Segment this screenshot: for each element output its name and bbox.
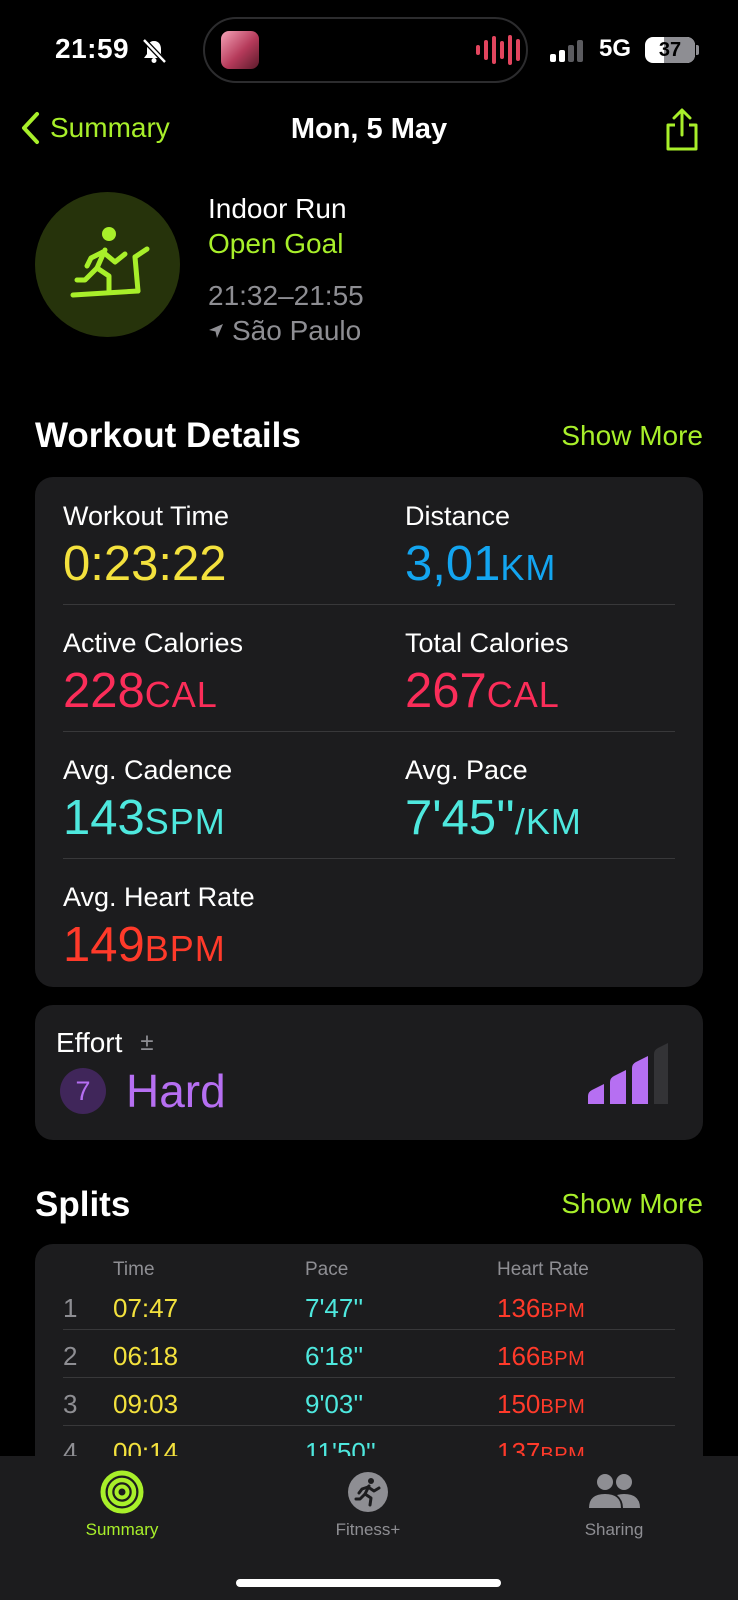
metric-label: Avg. Cadence — [63, 755, 233, 785]
metric-label: Total Calories — [405, 628, 569, 658]
battery-icon: 37 — [645, 37, 695, 63]
splits-header-hr: Heart Rate — [497, 1259, 589, 1280]
splits-title: Splits — [35, 1185, 131, 1224]
network-type: 5G — [599, 35, 632, 62]
tab-label: Summary — [85, 1520, 159, 1539]
activity-rings-icon — [100, 1470, 144, 1514]
split-row: 1 07:47 7'47'' 136BPM — [35, 1286, 703, 1334]
tab-summary[interactable]: Summary — [47, 1470, 197, 1540]
split-number: 2 — [63, 1341, 78, 1371]
workout-details-title: Workout Details — [35, 416, 301, 455]
treadmill-icon — [70, 227, 150, 298]
metric-value: 3,01KM — [405, 537, 557, 591]
effort-label: Effort ± — [56, 1027, 154, 1059]
divider — [63, 858, 675, 859]
album-art[interactable] — [221, 31, 259, 69]
workout-details-card[interactable]: Workout Time 0:23:22 Distance 3,01KM Act… — [35, 477, 703, 987]
split-hr: 166BPM — [497, 1341, 586, 1371]
split-pace: 6'18'' — [305, 1341, 364, 1371]
metric-workout-time: Workout Time 0:23:22 — [63, 501, 229, 592]
location-label: São Paulo — [232, 315, 362, 346]
splits-header-time: Time — [113, 1259, 155, 1280]
workout-goal: Open Goal — [208, 228, 344, 259]
metric-value: 267CAL — [405, 664, 560, 718]
split-number: 1 — [63, 1293, 78, 1323]
location-arrow-icon — [209, 324, 223, 338]
metric-value: 143SPM — [63, 791, 226, 845]
splits-header-pace: Pace — [305, 1259, 349, 1280]
tab-fitness-plus[interactable]: Fitness+ — [293, 1470, 443, 1540]
divider — [63, 731, 675, 732]
metric-avg-heart-rate: Avg. Heart Rate 149BPM — [63, 882, 255, 977]
split-hr: 150BPM — [497, 1389, 586, 1419]
split-pace: 7'47'' — [305, 1293, 364, 1323]
workout-name: Indoor Run — [208, 193, 347, 224]
effort-adjust-icon[interactable]: ± — [140, 1029, 153, 1057]
share-icon[interactable] — [664, 108, 700, 152]
divider — [63, 1329, 675, 1330]
metric-value: 7'45''/KM — [405, 791, 582, 845]
metric-label: Distance — [405, 501, 511, 531]
tab-label: Fitness+ — [335, 1520, 401, 1539]
divider — [63, 604, 675, 605]
metric-total-calories: Total Calories 267CAL — [405, 628, 569, 723]
fitness-plus-icon — [348, 1472, 388, 1512]
workout-time-range: 21:32–21:55 — [208, 280, 364, 311]
metric-avg-pace: Avg. Pace 7'45''/KM — [405, 755, 582, 850]
divider — [63, 1377, 675, 1378]
page-title: Mon, 5 May — [290, 113, 448, 145]
metric-label: Avg. Heart Rate — [63, 882, 255, 912]
metric-label: Avg. Pace — [405, 755, 528, 785]
split-pace: 9'03'' — [305, 1389, 364, 1419]
details-show-more-button[interactable]: Show More — [561, 420, 703, 452]
workout-badge — [35, 192, 180, 337]
effort-score: 7 — [60, 1068, 106, 1114]
split-row: 3 09:03 9'03'' 150BPM — [35, 1382, 703, 1430]
battery-level: 37 — [658, 39, 682, 61]
effort-level: Hard — [126, 1065, 226, 1117]
sharing-icon — [589, 1474, 640, 1508]
metric-value: 228CAL — [63, 664, 218, 718]
metric-active-calories: Active Calories 228CAL — [63, 628, 243, 723]
metric-label: Workout Time — [63, 501, 230, 531]
signal-icon — [550, 40, 583, 62]
tab-label: Sharing — [584, 1520, 644, 1539]
split-time: 09:03 — [113, 1389, 179, 1419]
metric-value: 149BPM — [63, 918, 226, 972]
home-indicator[interactable] — [236, 1579, 501, 1587]
bell-slash-icon — [142, 38, 167, 64]
metric-label: Active Calories — [63, 628, 244, 658]
battery-tip — [696, 45, 699, 55]
splits-show-more-button[interactable]: Show More — [561, 1188, 703, 1220]
audio-wave-icon — [476, 34, 520, 66]
split-row: 2 06:18 6'18'' 166BPM — [35, 1334, 703, 1382]
effort-bars-icon — [588, 1043, 668, 1104]
split-time: 07:47 — [113, 1293, 179, 1323]
metric-avg-cadence: Avg. Cadence 143SPM — [63, 755, 232, 850]
effort-title: Effort — [56, 1027, 123, 1058]
split-hr: 136BPM — [497, 1293, 586, 1323]
metric-distance: Distance 3,01KM — [405, 501, 556, 596]
status-time: 21:59 — [55, 33, 130, 64]
split-number: 3 — [63, 1389, 78, 1419]
tab-sharing[interactable]: Sharing — [539, 1470, 689, 1540]
divider — [63, 1425, 675, 1426]
metric-value: 0:23:22 — [63, 537, 227, 591]
split-time: 06:18 — [113, 1341, 179, 1371]
workout-location: São Paulo — [208, 315, 361, 347]
